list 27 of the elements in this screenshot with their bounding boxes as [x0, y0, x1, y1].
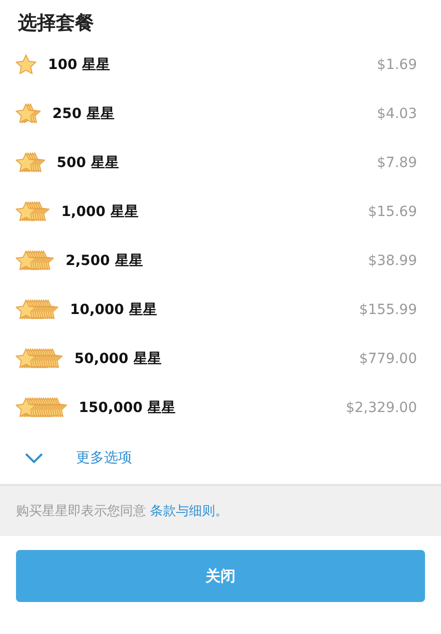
more-options-button[interactable]: 更多选项 [0, 432, 441, 484]
package-price: $155.99 [359, 302, 417, 318]
star-stack-icon [14, 150, 47, 174]
package-label[interactable]: 150,000 星星 [78, 398, 346, 416]
star-stack-icon [14, 248, 56, 272]
package-price: $4.03 [376, 106, 417, 122]
package-price: $779.00 [359, 350, 417, 366]
package-label[interactable]: 250 星星 [52, 104, 377, 122]
package-label[interactable]: 1,000 星星 [61, 202, 368, 220]
star-stack-icon [14, 346, 64, 370]
package-label[interactable]: 100 星星 [48, 56, 377, 74]
terms-notice: 购买星星即表示您同意 条款与细则。 [16, 503, 228, 520]
package-label[interactable]: 10,000 星星 [70, 300, 360, 318]
package-price: $38.99 [368, 252, 417, 268]
package-price: $7.89 [376, 154, 417, 170]
package-price: $1.69 [376, 56, 417, 72]
star-stack-icon [14, 200, 52, 224]
star-stack-icon [14, 52, 38, 76]
package-label[interactable]: 50,000 星星 [74, 350, 360, 368]
star-stack-icon [14, 396, 69, 420]
package-label[interactable]: 500 星星 [56, 154, 377, 172]
star-stack-icon [14, 102, 42, 126]
package-price: $2,329.00 [346, 400, 417, 416]
star-stack-icon [14, 298, 60, 322]
dialog-title: 选择套餐 [17, 11, 95, 36]
package-label[interactable]: 2,500 星星 [66, 252, 368, 270]
package-price: $15.69 [368, 204, 417, 220]
